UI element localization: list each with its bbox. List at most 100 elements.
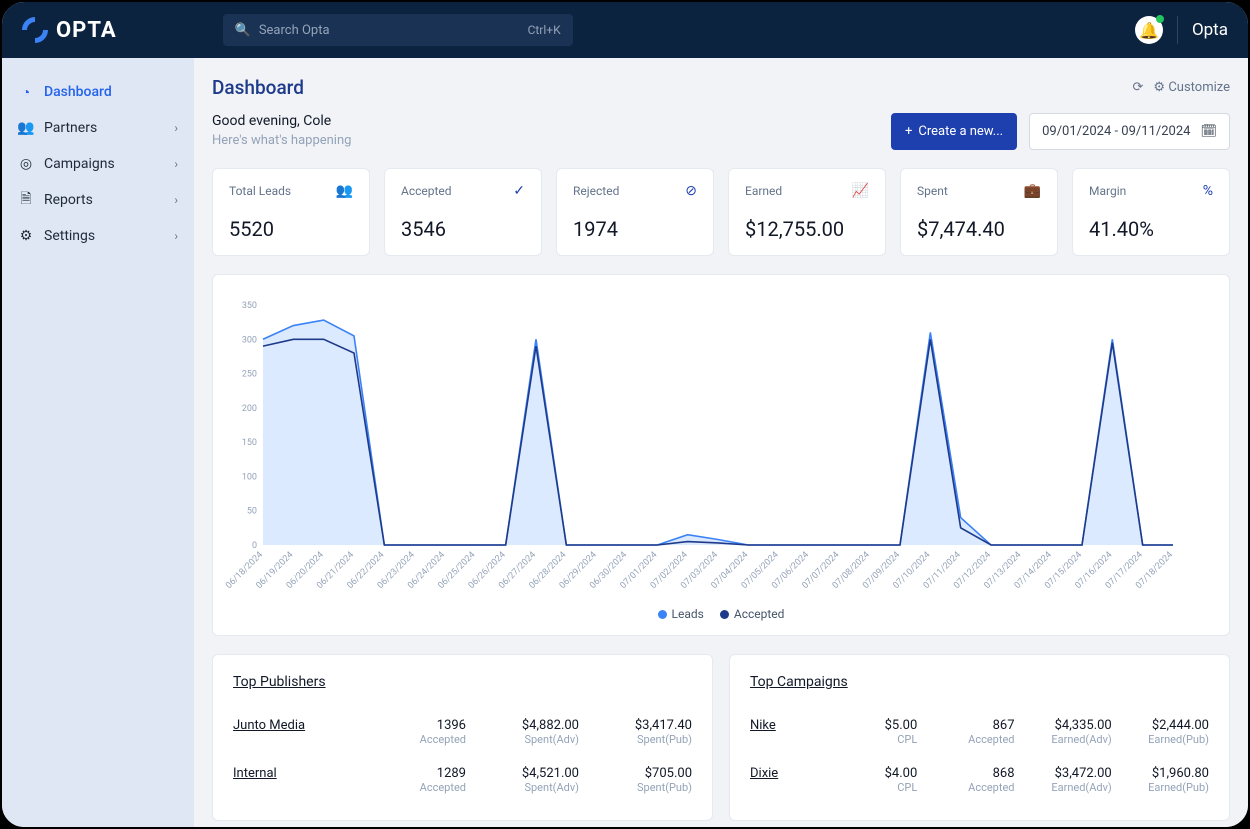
bottom-panels: Top Publishers Junto Media 1396Accepted … [212, 654, 1230, 821]
customize-button[interactable]: ⚙ Customize [1153, 80, 1230, 95]
svg-text:350: 350 [242, 301, 257, 311]
campaign-row: Nike $5.00CPL 867Accepted $4,335.00Earne… [750, 708, 1209, 756]
card-label: Total Leads [229, 184, 291, 198]
sidebar-item-label: Settings [44, 228, 95, 244]
main: Dashboard ⟳ ⚙ Customize Good evening, Co… [194, 58, 1248, 827]
card-icon: ✓ [513, 183, 525, 199]
search-placeholder: Search Opta [259, 23, 330, 38]
settings-icon: ⚙ [18, 228, 34, 244]
date-range-picker[interactable]: 09/01/2024 - 09/11/2024 🗓 [1029, 113, 1230, 150]
body: ◔ Dashboard 👥 Partners › ◎ Campaigns › 🗎 Reports ›… [2, 58, 1248, 827]
publisher-row: Internal 1289Accepted $4,521.00Spent(Adv… [233, 756, 692, 804]
sidebar-item-label: Reports [44, 192, 93, 208]
chevron-right-icon: › [174, 157, 178, 171]
top-right: 🔔 Opta [1135, 16, 1228, 44]
card-label: Spent [917, 184, 948, 198]
svg-text:200: 200 [242, 404, 257, 414]
campaigns-icon: ◎ [18, 156, 34, 172]
plus-icon: + [905, 124, 912, 139]
sidebar-item-partners[interactable]: 👥 Partners › [2, 110, 194, 146]
publishers-title[interactable]: Top Publishers [233, 674, 326, 690]
metric-card-spent[interactable]: Spent 💼 $7,474.40 [900, 168, 1058, 256]
card-value: 41.40% [1089, 217, 1213, 241]
card-icon: 📈 [852, 183, 869, 199]
title-actions: ⟳ ⚙ Customize [1133, 80, 1230, 95]
page-title: Dashboard [212, 76, 304, 99]
publisher-name[interactable]: Junto Media [233, 718, 353, 733]
legend-item[interactable]: Leads [658, 607, 704, 621]
divider [1177, 16, 1178, 44]
svg-text:300: 300 [242, 335, 257, 345]
header-row: Good evening, Cole Here's what's happeni… [212, 113, 1230, 150]
svg-text:0: 0 [252, 541, 257, 551]
metric-card-earned[interactable]: Earned 📈 $12,755.00 [728, 168, 886, 256]
create-button[interactable]: + Create a new... [891, 113, 1017, 150]
card-value: $7,474.40 [917, 217, 1041, 241]
subtitle: Here's what's happening [212, 133, 351, 148]
top-campaigns-panel: Top Campaigns Nike $5.00CPL 867Accepted … [729, 654, 1230, 821]
metric-card-total-leads[interactable]: Total Leads 👥 5520 [212, 168, 370, 256]
chevron-right-icon: › [174, 121, 178, 135]
top-publishers-panel: Top Publishers Junto Media 1396Accepted … [212, 654, 713, 821]
greeting: Good evening, Cole [212, 113, 351, 129]
campaign-name[interactable]: Nike [750, 718, 820, 733]
metric-card-margin[interactable]: Margin% 41.40% [1072, 168, 1230, 256]
sidebar-item-label: Partners [44, 120, 97, 136]
campaign-name[interactable]: Dixie [750, 766, 820, 781]
campaigns-title[interactable]: Top Campaigns [750, 674, 848, 690]
chevron-right-icon: › [174, 229, 178, 243]
brand-text: OPTA [56, 18, 117, 43]
svg-text:100: 100 [242, 472, 257, 482]
logo-icon [17, 12, 54, 49]
card-value: 3546 [401, 217, 525, 241]
svg-text:150: 150 [242, 438, 257, 448]
app-frame: OPTA 🔍 Search Opta Ctrl+K 🔔 Opta ◔ Dashbo… [0, 0, 1250, 829]
brand-logo[interactable]: OPTA [22, 17, 117, 43]
partners-icon: 👥 [18, 120, 34, 136]
metric-cards: Total Leads 👥 5520 Accepted ✓ 3546 Rejected ⊘ 19… [212, 168, 1230, 256]
search-shortcut: Ctrl+K [528, 23, 561, 37]
card-icon: ⊘ [685, 183, 697, 199]
leads-chart: 05010015020025030035006/18/202406/19/202… [223, 295, 1183, 595]
titlebar: Dashboard ⟳ ⚙ Customize [212, 76, 1230, 99]
reports-icon: 🗎 [18, 192, 34, 208]
chart-panel: 05010015020025030035006/18/202406/19/202… [212, 274, 1230, 636]
sidebar-item-reports[interactable]: 🗎 Reports › [2, 182, 194, 218]
card-label: Earned [745, 184, 782, 198]
card-value: 1974 [573, 217, 697, 241]
card-value: $12,755.00 [745, 217, 869, 241]
legend-item[interactable]: Accepted [720, 607, 785, 621]
search-icon: 🔍 [235, 23, 251, 38]
sidebar-item-label: Campaigns [44, 156, 115, 172]
card-value: 5520 [229, 217, 353, 241]
campaign-row: Dixie $4.00CPL 868Accepted $3,472.00Earn… [750, 756, 1209, 804]
chart-legend: Leads Accepted [223, 607, 1219, 621]
sidebar: ◔ Dashboard 👥 Partners › ◎ Campaigns › 🗎 Reports ›… [2, 58, 194, 827]
sidebar-item-label: Dashboard [44, 84, 112, 100]
refresh-icon[interactable]: ⟳ [1133, 80, 1144, 95]
sidebar-item-campaigns[interactable]: ◎ Campaigns › [2, 146, 194, 182]
bell-icon: 🔔 [1139, 21, 1159, 40]
topbar: OPTA 🔍 Search Opta Ctrl+K 🔔 Opta [2, 2, 1248, 58]
card-label: Accepted [401, 184, 452, 198]
sidebar-item-settings[interactable]: ⚙ Settings › [2, 218, 194, 254]
card-label: Margin [1089, 184, 1126, 198]
search-input[interactable]: 🔍 Search Opta Ctrl+K [223, 14, 573, 46]
card-icon: 💼 [1024, 183, 1041, 199]
card-icon: 👥 [336, 183, 353, 199]
chevron-right-icon: › [174, 193, 178, 207]
card-icon: % [1203, 183, 1213, 199]
svg-text:250: 250 [242, 370, 257, 380]
sidebar-item-dashboard[interactable]: ◔ Dashboard [2, 74, 194, 110]
metric-card-rejected[interactable]: Rejected ⊘ 1974 [556, 168, 714, 256]
calendar-icon: 🗓 [1200, 124, 1217, 139]
user-name[interactable]: Opta [1192, 20, 1228, 40]
metric-card-accepted[interactable]: Accepted ✓ 3546 [384, 168, 542, 256]
svg-text:50: 50 [247, 507, 257, 517]
dashboard-icon: ◔ [18, 84, 34, 100]
header-actions: + Create a new... 09/01/2024 - 09/11/202… [891, 113, 1230, 150]
card-label: Rejected [573, 184, 619, 198]
notifications-button[interactable]: 🔔 [1135, 16, 1163, 44]
publisher-name[interactable]: Internal [233, 766, 353, 781]
publisher-row: Junto Media 1396Accepted $4,882.00Spent(… [233, 708, 692, 756]
